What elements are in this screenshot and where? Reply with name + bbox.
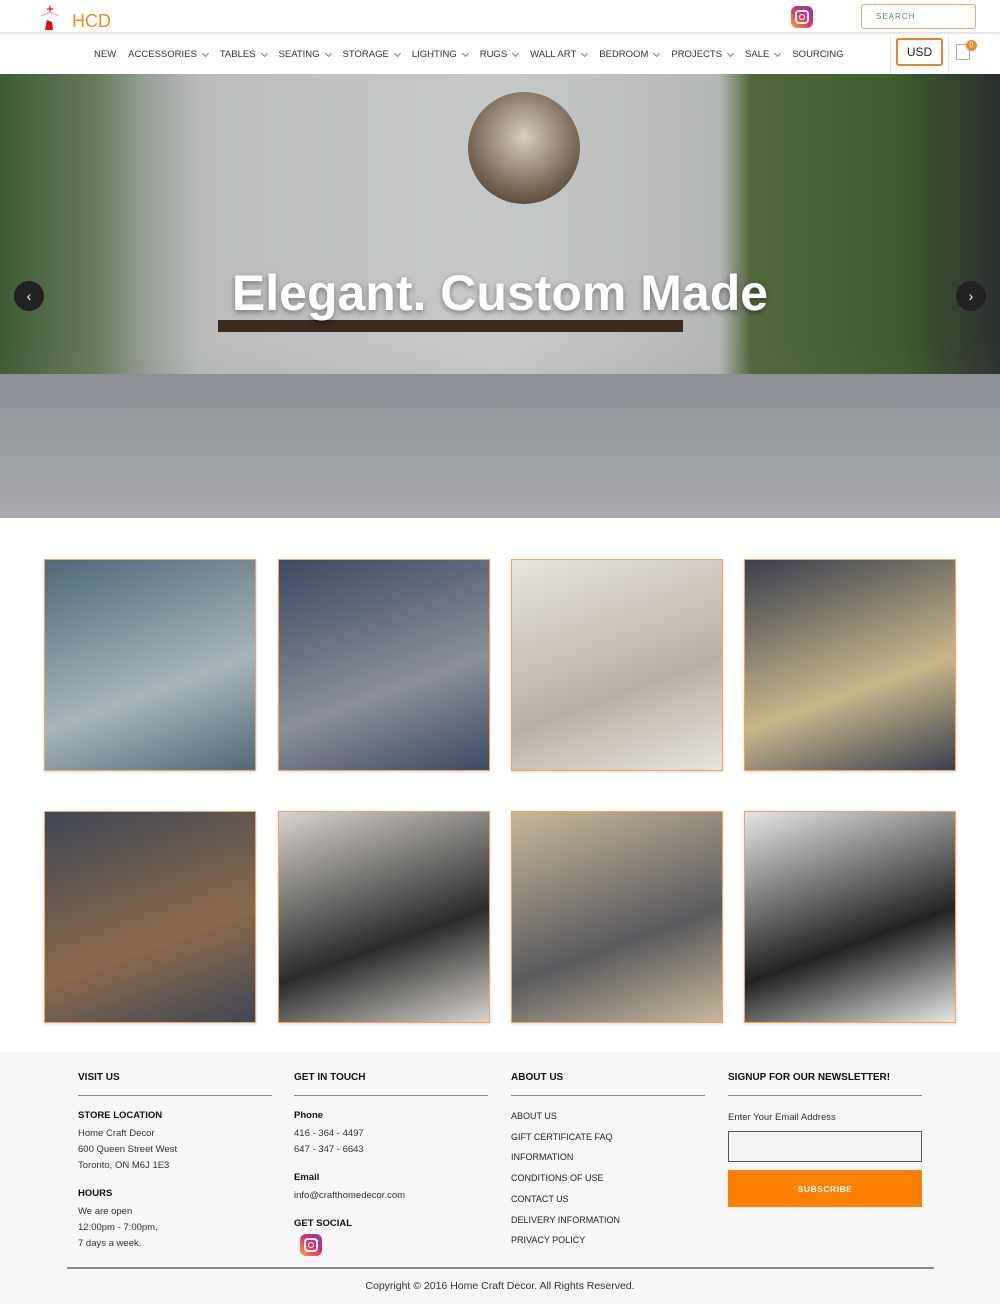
email-link[interactable]: info@crafthomedecor.com	[294, 1188, 488, 1204]
hero-image-floor	[0, 374, 1000, 518]
footer-heading: SIGNUP FOR OUR NEWSLETTER!	[728, 1072, 922, 1096]
nav-item-projects[interactable]: PROJECTS	[671, 49, 735, 60]
category-tile-dining-set[interactable]	[744, 811, 956, 1023]
category-tile-bedroom[interactable]	[278, 811, 490, 1023]
address-line: 600 Queen Street West	[78, 1144, 178, 1155]
nav-item-bedroom[interactable]: BEDROOM	[599, 49, 661, 60]
search-input[interactable]	[861, 4, 976, 29]
top-bar	[0, 0, 1000, 34]
nav-item-rugs[interactable]: RUGS	[479, 49, 520, 60]
footer-link[interactable]: PRIVACY POLICY	[511, 1230, 705, 1251]
chevron-down-icon	[324, 49, 332, 57]
category-tile-wood-table[interactable]	[44, 811, 256, 1023]
nav-item-new[interactable]: NEW	[94, 49, 116, 60]
hours-label: HOURS	[78, 1188, 113, 1199]
chevron-down-icon	[461, 49, 469, 57]
footer-link[interactable]: GIFT CERTIFICATE FAQ	[511, 1127, 705, 1148]
footer-link[interactable]: CONTACT US	[511, 1189, 705, 1210]
nav-item-label: SOURCING	[792, 49, 844, 60]
logo-text: HCD	[72, 11, 111, 31]
nav-item-sourcing[interactable]: SOURCING	[792, 49, 843, 60]
nav-item-label: RUGS	[479, 49, 508, 60]
category-tile-blue-armchair[interactable]	[278, 559, 490, 771]
chevron-down-icon	[774, 49, 782, 57]
divider	[890, 35, 891, 74]
email-field-label: Enter Your Email Address	[728, 1112, 836, 1123]
instagram-icon[interactable]	[300, 1234, 322, 1256]
footer-heading: VISIT US	[78, 1072, 272, 1096]
subscribe-button[interactable]: SUBSCRIBE	[728, 1170, 922, 1207]
chevron-down-icon	[727, 49, 735, 57]
address-line: Toronto, ON M6J 1E3	[78, 1160, 170, 1171]
footer-get-in-touch: GET IN TOUCH Phone 416 - 364 - 4497 647 …	[294, 1072, 488, 1256]
chevron-down-icon	[653, 49, 661, 57]
divider	[67, 1267, 934, 1269]
nav-item-label: PROJECTS	[671, 49, 723, 60]
nav-item-lighting[interactable]: LIGHTING	[411, 49, 469, 60]
nav-item-label: SEATING	[278, 49, 320, 60]
hero-slider: Elegant. Custom Made ‹ ›	[0, 74, 1000, 518]
chevron-down-icon	[260, 49, 268, 57]
nav-item-label: TABLES	[219, 49, 256, 60]
phone-number[interactable]: 647 - 347 - 6643	[294, 1142, 488, 1158]
nav-item-label: NEW	[94, 49, 117, 60]
main-nav: NEW ACCESSORIES TABLES SEATING STORAGE LIGHTI…	[0, 35, 1000, 74]
category-tile-chandelier[interactable]	[511, 559, 723, 771]
nav-item-tables[interactable]: TABLES	[219, 49, 268, 60]
phone-label: Phone	[294, 1110, 324, 1121]
chevron-down-icon	[581, 49, 589, 57]
slider-prev-button[interactable]: ‹	[14, 281, 44, 311]
hours-line: 7 days a week.	[78, 1238, 142, 1249]
footer-visit-us: VISIT US STORE LOCATION Home Craft Decor…	[78, 1072, 272, 1252]
phone-number[interactable]: 416 - 364 - 4497	[294, 1126, 488, 1142]
category-tile-sculptures[interactable]	[44, 559, 256, 771]
logo-mark-icon	[38, 4, 62, 32]
hero-title: Elegant. Custom Made	[231, 265, 769, 321]
email-label: Email	[294, 1172, 320, 1183]
hours-line: 12:00pm - 7:00pm,	[78, 1222, 158, 1233]
chevron-down-icon	[393, 49, 401, 57]
footer-link[interactable]: DELIVERY INFORMATION	[511, 1210, 705, 1231]
nav-item-label: SALE	[745, 49, 770, 60]
category-tile-mirror-wall[interactable]	[744, 559, 956, 771]
footer-heading: ABOUT US	[511, 1072, 705, 1096]
nav-item-seating[interactable]: SEATING	[278, 49, 332, 60]
nav-item-label: STORAGE	[342, 49, 389, 60]
footer-link[interactable]: ABOUT US	[511, 1106, 705, 1127]
copyright: Copyright © 2016 Home Craft Decor. All R…	[365, 1280, 635, 1292]
chevron-down-icon	[201, 49, 209, 57]
nav-item-label: BEDROOM	[599, 49, 649, 60]
nav-item-wall-art[interactable]: WALL ART	[530, 49, 589, 60]
store-location-label: STORE LOCATION	[78, 1110, 163, 1121]
nav-item-label: WALL ART	[530, 49, 577, 60]
logo[interactable]: HCD	[38, 4, 118, 32]
hours-line: We are open	[78, 1206, 133, 1217]
footer-link[interactable]: CONDITIONS OF USE	[511, 1168, 705, 1189]
nav-item-sale[interactable]: SALE	[745, 49, 782, 60]
footer-heading: GET IN TOUCH	[294, 1072, 488, 1096]
footer-link[interactable]: INFORMATION	[511, 1147, 705, 1168]
nav-item-label: ACCESSORIES	[128, 49, 197, 60]
instagram-icon[interactable]	[791, 6, 813, 28]
newsletter-email-input[interactable]	[728, 1131, 922, 1162]
divider	[948, 35, 949, 74]
category-tile-living-room[interactable]	[511, 811, 723, 1023]
social-label: GET SOCIAL	[294, 1218, 353, 1229]
nav-item-storage[interactable]: STORAGE	[342, 49, 401, 60]
slider-next-button[interactable]: ›	[956, 281, 986, 311]
nav-item-label: LIGHTING	[411, 49, 457, 60]
address-line: Home Craft Decor	[78, 1128, 155, 1139]
footer-about-us: ABOUT US ABOUT US GIFT CERTIFICATE FAQ INF…	[511, 1072, 705, 1251]
currency-button[interactable]: USD	[896, 38, 943, 66]
cart-count-badge: 0	[966, 40, 977, 51]
footer-newsletter: SIGNUP FOR OUR NEWSLETTER! Enter Your Em…	[728, 1072, 922, 1207]
nav-item-accessories[interactable]: ACCESSORIES	[128, 49, 209, 60]
hero-image-pendant-lamp	[468, 92, 580, 204]
chevron-down-icon	[512, 49, 520, 57]
